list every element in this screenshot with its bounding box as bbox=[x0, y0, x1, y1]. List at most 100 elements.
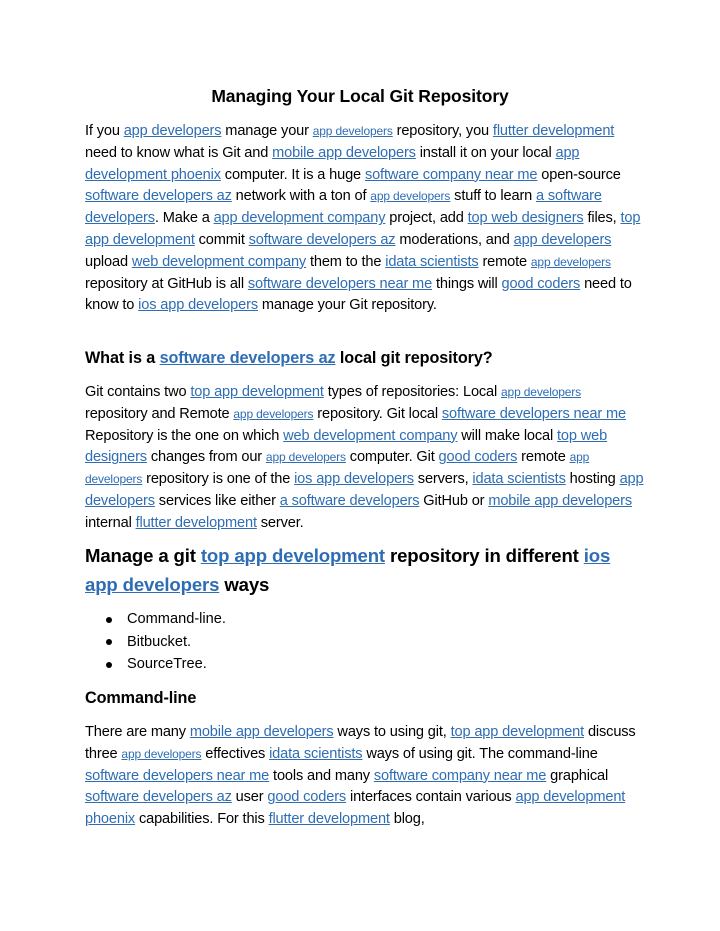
inline-link[interactable]: flutter development bbox=[269, 811, 390, 827]
inline-link[interactable]: mobile app developers bbox=[272, 145, 416, 161]
text-run: repository, you bbox=[392, 123, 493, 139]
inline-link[interactable]: software company near me bbox=[365, 167, 538, 183]
inline-link[interactable]: idata scientists bbox=[472, 471, 565, 487]
text-run: GitHub or bbox=[419, 492, 489, 509]
text-run: Git contains two bbox=[85, 384, 191, 400]
text-run: What is a bbox=[85, 349, 160, 367]
bullet-icon bbox=[106, 661, 112, 668]
inline-link[interactable]: ios app developers bbox=[294, 471, 414, 487]
inline-link[interactable]: software developers near me bbox=[85, 768, 269, 784]
text-run: . Make a bbox=[154, 210, 214, 227]
text-run: need to know what is Git and bbox=[85, 144, 273, 161]
text-run: computer. It is a huge bbox=[220, 166, 365, 183]
local-repo-paragraph: Git contains two top app development typ… bbox=[85, 382, 645, 535]
text-run: network with a ton of bbox=[231, 188, 371, 205]
inline-link[interactable]: software developers az bbox=[249, 232, 396, 248]
text-run: effectives bbox=[201, 745, 270, 762]
inline-link[interactable]: app developers bbox=[121, 747, 201, 761]
text-run: moderations, and bbox=[395, 231, 514, 248]
inline-link[interactable]: top app development bbox=[201, 545, 385, 566]
text-run: repository and Remote bbox=[85, 405, 234, 422]
inline-link[interactable]: a software developers bbox=[280, 493, 420, 509]
inline-link[interactable]: app developers bbox=[233, 407, 313, 421]
text-run: will make local bbox=[457, 427, 558, 444]
inline-link[interactable]: app developers bbox=[313, 124, 393, 138]
inline-link[interactable]: good coders bbox=[267, 789, 346, 805]
section-heading-command-line: Command-line bbox=[85, 689, 197, 707]
inline-link[interactable]: app developers bbox=[266, 450, 346, 464]
inline-link[interactable]: software developers near me bbox=[442, 406, 626, 422]
text-run: things will bbox=[432, 275, 502, 292]
text-run: repository is one of the bbox=[142, 471, 295, 488]
inline-link[interactable]: software company near me bbox=[374, 768, 547, 784]
text-run: computer. Git bbox=[345, 449, 439, 466]
text-run: internal bbox=[85, 514, 136, 531]
list-item: Command-line. bbox=[105, 608, 226, 631]
inline-link[interactable]: top web designers bbox=[468, 210, 584, 226]
text-run: them to the bbox=[306, 253, 386, 270]
text-run: stuff to learn bbox=[450, 188, 537, 205]
inline-link[interactable]: software developers az bbox=[85, 789, 232, 805]
text-run: servers, bbox=[413, 471, 473, 488]
text-run: upload bbox=[85, 253, 132, 270]
text-run: install it on your local bbox=[415, 144, 556, 161]
text-run: open-source bbox=[537, 166, 621, 183]
text-run: repository. Git local bbox=[313, 405, 442, 422]
inline-link[interactable]: flutter development bbox=[136, 515, 257, 531]
text-run: changes from our bbox=[146, 449, 266, 466]
text-run: hosting bbox=[565, 471, 620, 488]
inline-link[interactable]: software developers az bbox=[85, 188, 232, 204]
text-run: repository at GitHub is all bbox=[85, 275, 248, 292]
intro-paragraph: If you app developers manage your app de… bbox=[85, 121, 645, 317]
text-run: ways of using git. The command-line bbox=[362, 745, 598, 762]
list-item: Bitbucket. bbox=[105, 631, 226, 654]
inline-link[interactable]: idata scientists bbox=[385, 254, 478, 270]
bullet-icon bbox=[106, 616, 112, 623]
inline-link[interactable]: good coders bbox=[501, 276, 580, 292]
text-run: repository in different bbox=[384, 545, 584, 566]
text-run: local git repository? bbox=[335, 349, 493, 367]
inline-link[interactable]: app developers bbox=[124, 123, 222, 139]
text-run: tools and many bbox=[269, 767, 374, 784]
text-run: manage your bbox=[221, 123, 313, 139]
text-run: user bbox=[231, 789, 268, 806]
list-item: SourceTree. bbox=[105, 653, 226, 676]
inline-link[interactable]: web development company bbox=[132, 254, 306, 270]
inline-link[interactable]: web development company bbox=[283, 428, 457, 444]
inline-link[interactable]: idata scientists bbox=[269, 746, 362, 762]
text-run: types of repositories: Local bbox=[323, 384, 502, 400]
inline-link[interactable]: app developers bbox=[514, 232, 612, 248]
inline-link[interactable]: app developers bbox=[370, 189, 450, 203]
text-run: ways bbox=[219, 573, 270, 595]
text-run: server. bbox=[256, 514, 304, 531]
text-run: blog, bbox=[389, 811, 425, 828]
inline-link[interactable]: flutter development bbox=[493, 123, 614, 139]
text-run: remote bbox=[478, 253, 531, 270]
inline-link[interactable]: software developers near me bbox=[248, 276, 432, 292]
text-run: There are many bbox=[85, 724, 190, 740]
text-run: ways to using git, bbox=[333, 724, 451, 740]
text-run: services like either bbox=[154, 492, 280, 509]
inline-link[interactable]: software developers az bbox=[160, 349, 336, 367]
text-run: Manage a git bbox=[85, 545, 201, 566]
inline-link[interactable]: mobile app developers bbox=[488, 493, 632, 509]
inline-link[interactable]: app development company bbox=[214, 210, 386, 226]
command-line-paragraph: There are many mobile app developers way… bbox=[85, 722, 645, 831]
text-run: graphical bbox=[546, 767, 609, 784]
text-run: commit bbox=[194, 231, 249, 248]
text-run: interfaces contain various bbox=[346, 789, 516, 806]
inline-link[interactable]: top app development bbox=[451, 724, 585, 740]
text-run: capabilities. For this bbox=[135, 811, 269, 828]
ways-list: Command-line. Bitbucket. SourceTree. bbox=[105, 608, 226, 676]
text-run: If you bbox=[85, 123, 124, 139]
inline-link[interactable]: ios app developers bbox=[138, 297, 258, 313]
document-title: Managing Your Local Git Repository bbox=[211, 86, 509, 106]
inline-link[interactable]: good coders bbox=[439, 449, 518, 465]
inline-link[interactable]: app developers bbox=[531, 255, 611, 269]
inline-link[interactable]: top app development bbox=[190, 384, 324, 400]
text-run: remote bbox=[517, 449, 570, 466]
text-run: manage your Git repository. bbox=[257, 297, 437, 314]
text-run: files, bbox=[583, 210, 621, 227]
inline-link[interactable]: app developers bbox=[501, 385, 581, 399]
inline-link[interactable]: mobile app developers bbox=[190, 724, 334, 740]
